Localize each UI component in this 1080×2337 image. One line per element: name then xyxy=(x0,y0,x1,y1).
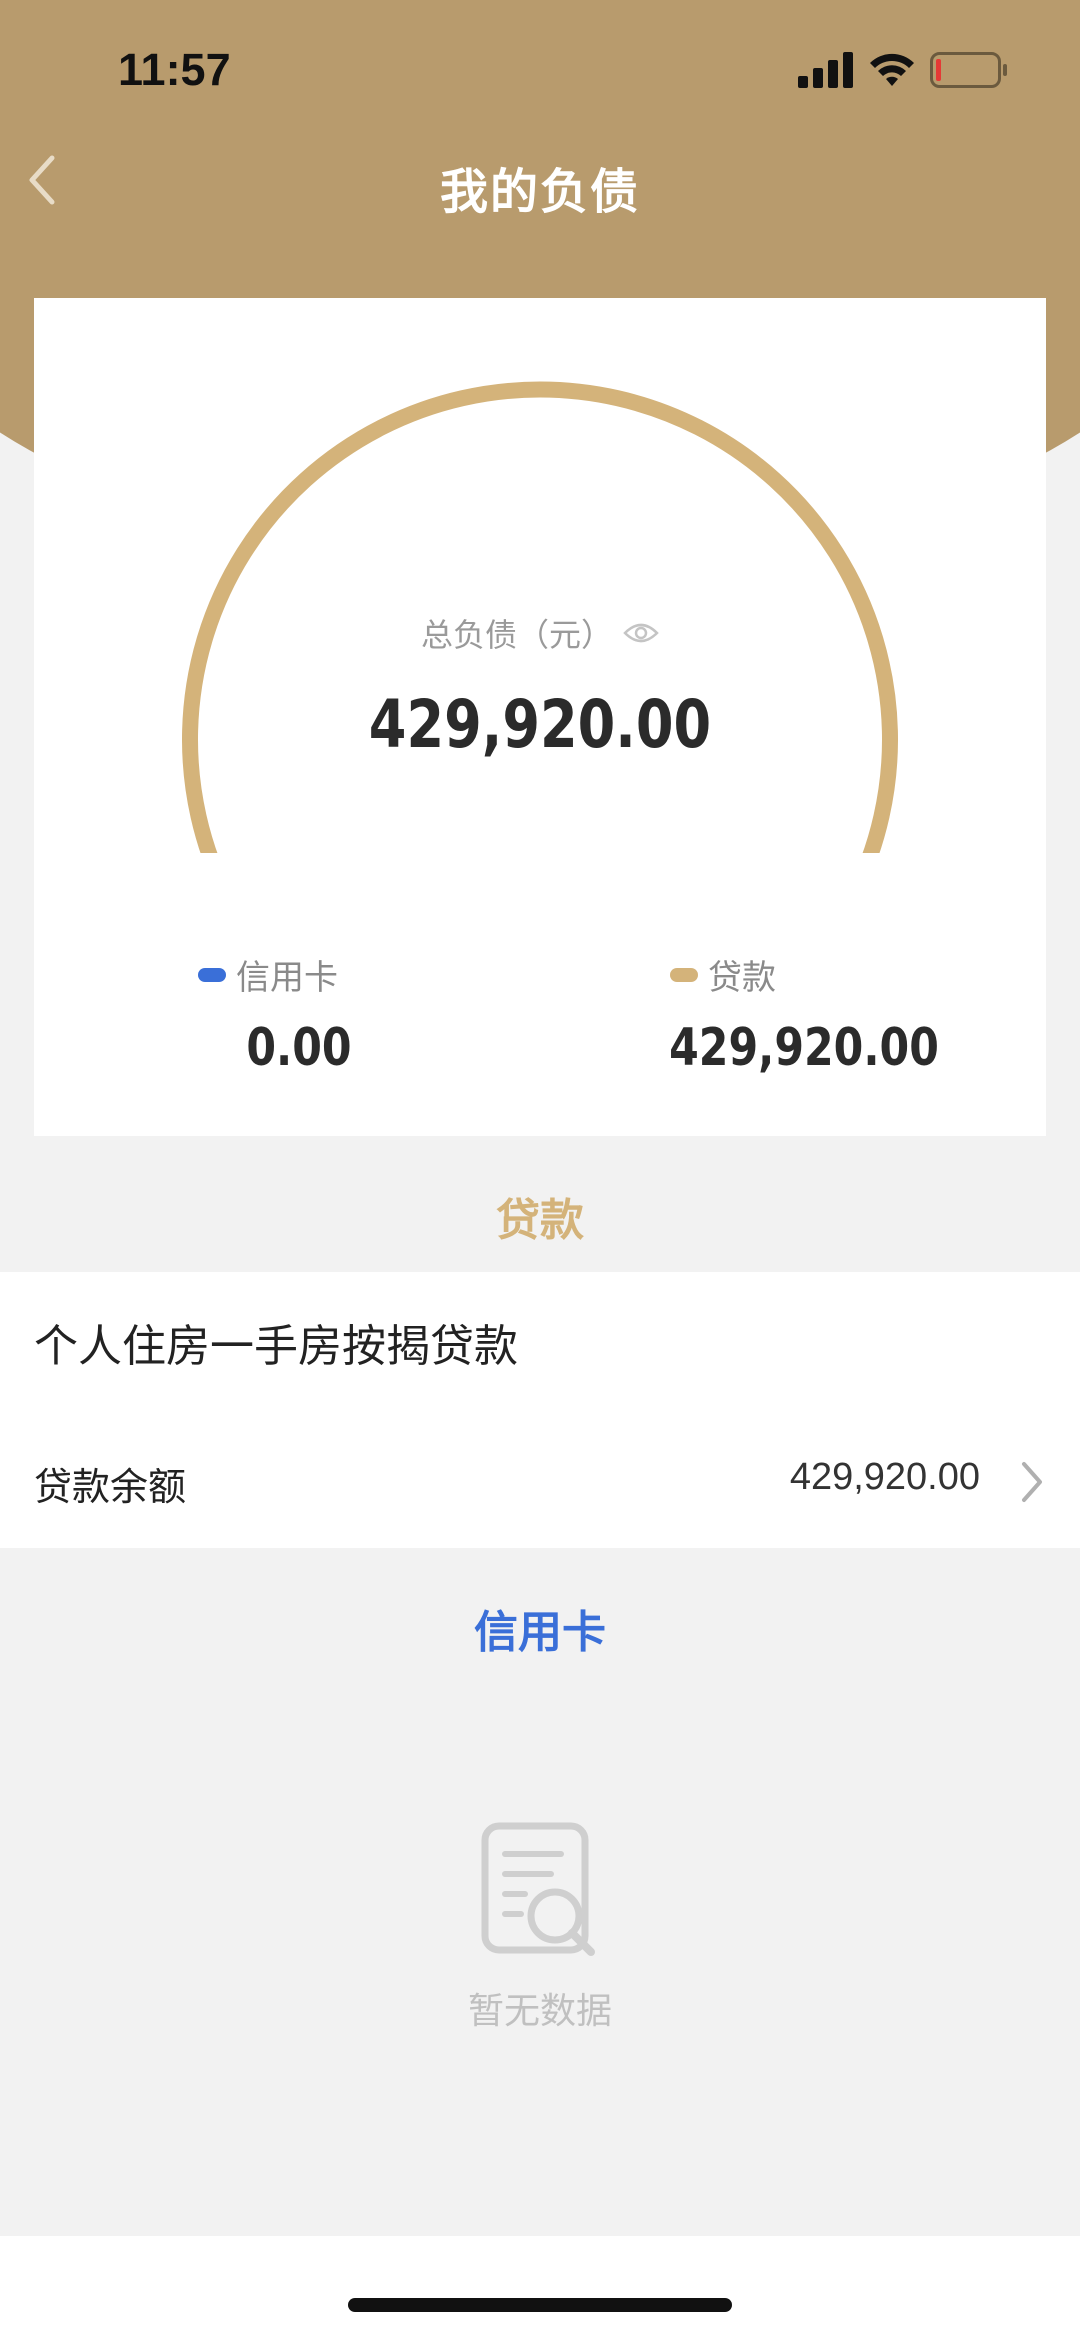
total-debt-label-row: 总负债（元） xyxy=(34,610,1046,656)
loan-total-value: 429,920.00 xyxy=(669,1018,939,1078)
credit-card-legend-label: 信用卡 xyxy=(236,958,338,998)
empty-state-text: 暂无数据 xyxy=(467,1991,612,2032)
page-title: 我的负债 xyxy=(439,164,640,220)
loan-legend-label: 贷款 xyxy=(708,958,776,998)
wifi-icon xyxy=(870,53,914,86)
credit-card-section-title: 信用卡 xyxy=(474,1607,606,1658)
credit-card-legend-dot xyxy=(198,967,226,982)
chevron-right-icon xyxy=(1022,1462,1042,1502)
credit-card-total-value: 0.00 xyxy=(246,1018,352,1078)
bottom-safe-area xyxy=(0,2236,1080,2337)
battery-icon xyxy=(930,52,1007,88)
legend-loan: 贷款 xyxy=(670,950,776,999)
empty-document-search-icon xyxy=(481,1822,595,1956)
loan-card: 个人住房一手房按揭贷款 贷款余额 429,920.00 xyxy=(0,1272,1080,1548)
loan-legend-dot xyxy=(670,967,698,982)
status-icons xyxy=(798,52,1008,88)
loan-balance-value: 429,920.00 xyxy=(789,1456,980,1498)
status-time: 11:57 xyxy=(118,44,231,95)
signal-icon xyxy=(798,52,853,88)
legend-credit-card: 信用卡 xyxy=(198,950,338,999)
empty-state: 暂无数据 xyxy=(0,1820,1080,2034)
loan-item-name: 个人住房一手房按揭贷款 xyxy=(34,1321,518,1372)
status-bar: 11:57 xyxy=(0,0,1080,140)
total-debt-label: 总负债（元） xyxy=(420,616,613,654)
loan-balance-label: 贷款余额 xyxy=(34,1465,187,1509)
eye-icon[interactable] xyxy=(623,621,659,645)
loan-section-title: 贷款 xyxy=(496,1195,584,1246)
debt-summary-card: 总负债（元） 429,920.00 信用卡 0.00 贷款 429,920.00 xyxy=(34,298,1046,1136)
loan-balance-row[interactable]: 贷款余额 429,920.00 xyxy=(0,1442,1080,1522)
nav-bar: 我的负债 xyxy=(0,140,1080,230)
total-debt-amount: 429,920.00 xyxy=(368,686,712,763)
debt-gauge xyxy=(182,381,898,858)
page: 11:57 我的负债 总负债（元） 429,920.00 信用卡 0.00 贷款… xyxy=(0,0,1080,2337)
home-indicator[interactable] xyxy=(348,2298,732,2312)
